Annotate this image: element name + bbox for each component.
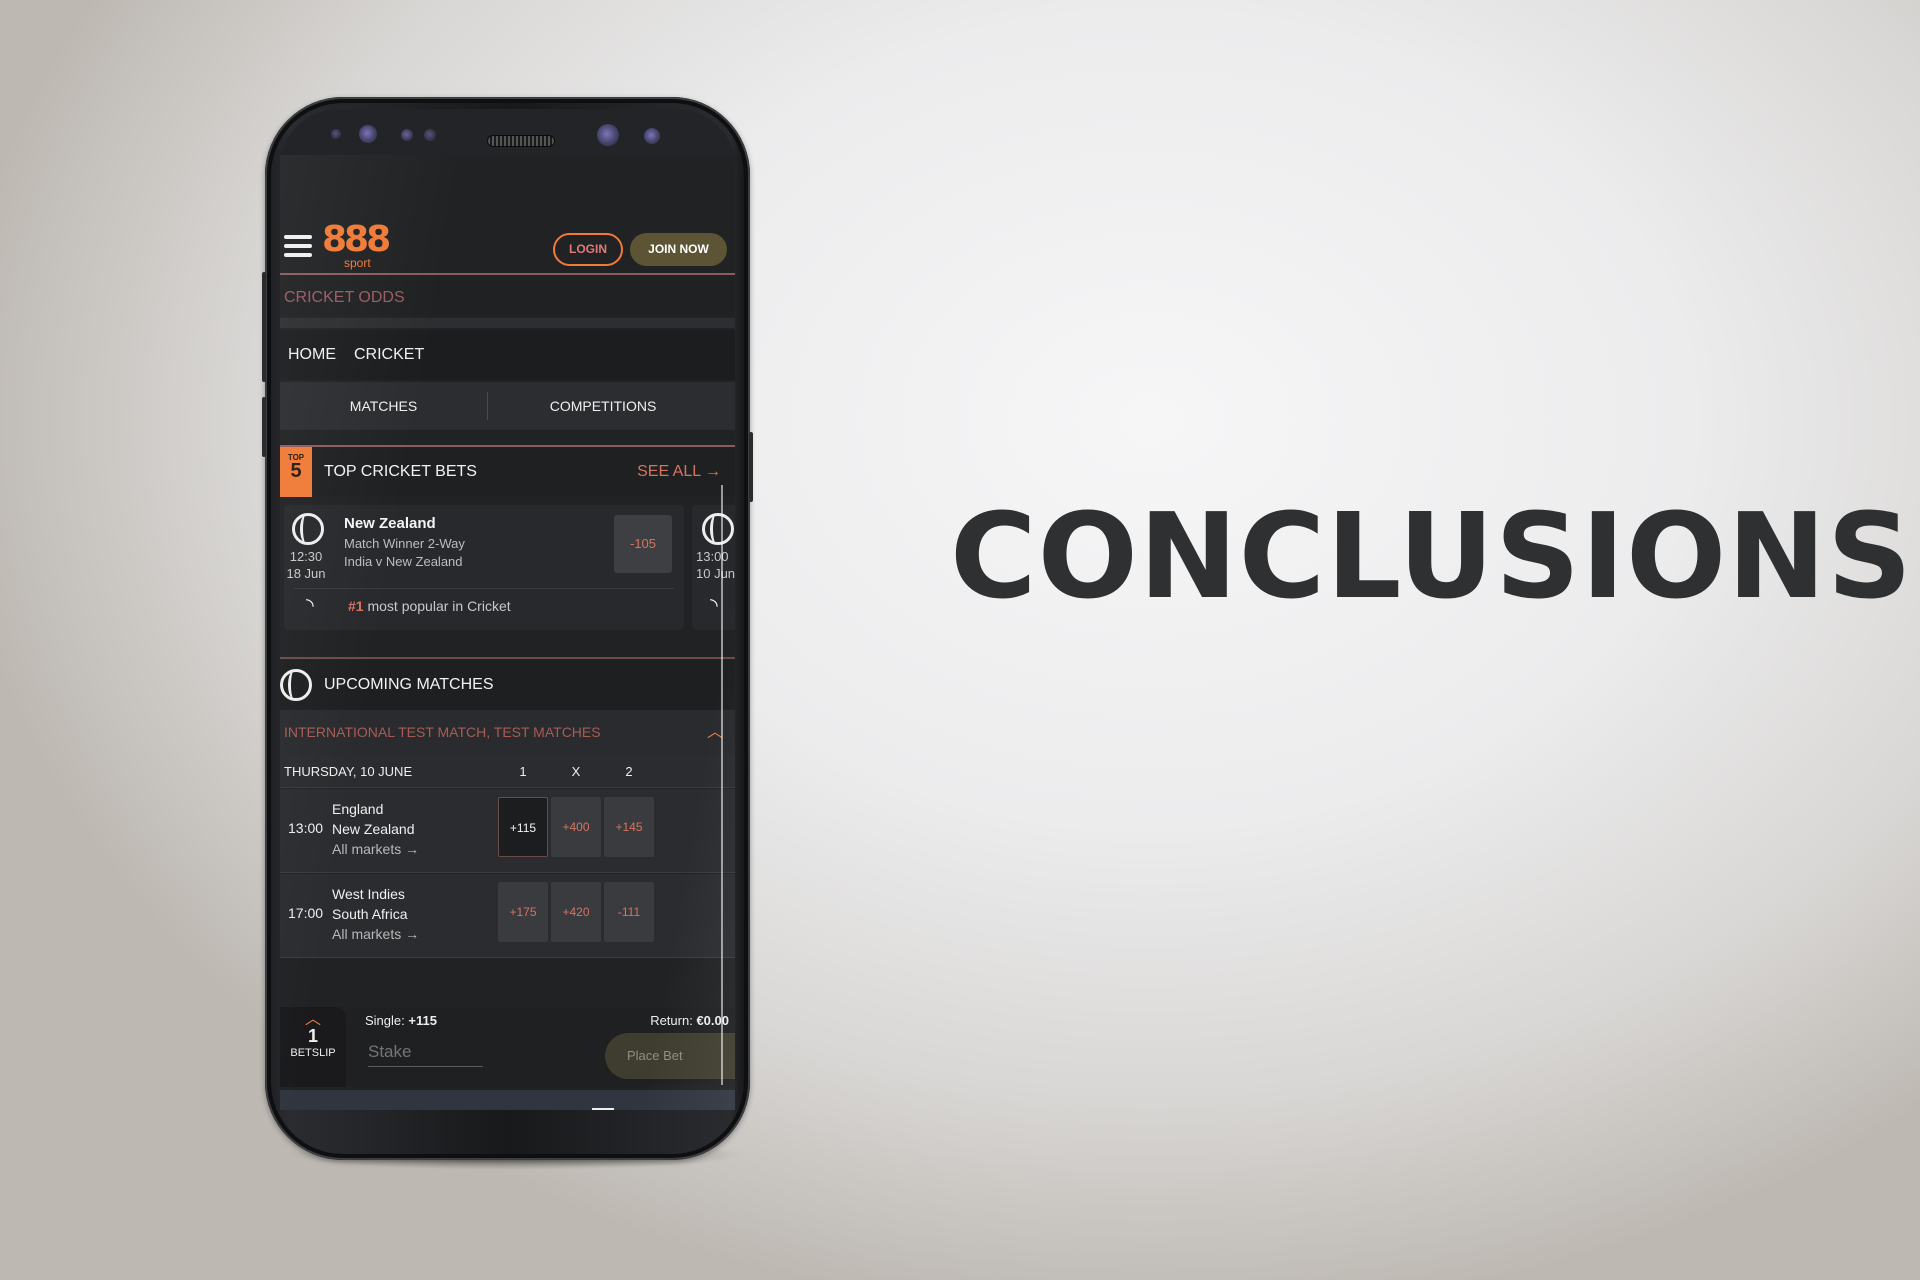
- breadcrumb: HOME CRICKET: [280, 330, 735, 380]
- tab-matches[interactable]: MATCHES: [280, 382, 487, 430]
- competition-header[interactable]: INTERNATIONAL TEST MATCH, TEST MATCHES ︿: [280, 710, 735, 755]
- match-row: 13:00 England New Zealand All markets → …: [280, 789, 735, 873]
- volume-button: [262, 272, 266, 382]
- match-time: 17:00: [288, 905, 324, 921]
- col-1: 1: [519, 764, 527, 779]
- bet-selection: New Zealand: [344, 515, 436, 532]
- betslip-toggle[interactable]: ︿ 1 BETSLIP: [280, 1007, 346, 1087]
- top-bet-card-next[interactable]: 13:00 10 Jun ◝: [692, 505, 735, 630]
- bet-odds-button[interactable]: -105: [614, 515, 672, 573]
- iris-sensor: [359, 125, 377, 143]
- top5-badge: TOP 5: [280, 447, 312, 497]
- bixby-button: [262, 397, 266, 457]
- all-markets-link[interactable]: All markets →: [332, 839, 419, 859]
- breadcrumb-home[interactable]: HOME: [288, 330, 336, 380]
- odds-button-1[interactable]: +115: [498, 797, 548, 857]
- spacer-band: [280, 318, 735, 328]
- home-icon[interactable]: ⌂: [670, 1102, 706, 1110]
- col-x: X: [571, 764, 581, 779]
- bet-time: 12:30 18 Jun: [286, 549, 326, 581]
- bet-time: 13:00 10 Jun: [696, 549, 735, 581]
- light-sensor: [401, 129, 413, 141]
- odds-button-2[interactable]: +145: [604, 797, 654, 857]
- browser-nav-bar: ‹ › ☰ 1 ⌂: [280, 1090, 735, 1110]
- tabs-icon[interactable]: 1: [592, 1108, 614, 1110]
- 888sport-logo[interactable]: 888 sport: [322, 222, 391, 271]
- upcoming-header: UPCOMING MATCHES: [280, 660, 735, 710]
- match-time: 13:00: [288, 820, 324, 836]
- betslip-bar: ︿ 1 BETSLIP Single: +115 Return: €0.00 P…: [280, 1007, 735, 1087]
- page-title: CRICKET ODDS: [280, 280, 735, 315]
- phone-mockup: 888 sport LOGIN JOIN NOW CRICKET ODDS HO…: [262, 97, 753, 1160]
- cricket-ball-icon: [280, 669, 312, 701]
- day-header: THURSDAY, 10 JUNE 1 X 2: [280, 755, 735, 788]
- return-value: Return: €0.00: [650, 1013, 729, 1028]
- screen-edge-highlight: [721, 485, 723, 1085]
- odds-button-x[interactable]: +420: [551, 882, 601, 942]
- iris-camera: [644, 128, 660, 144]
- top-bets-header: TOP 5 TOP CRICKET BETS SEE ALL →: [280, 447, 735, 497]
- popular-signal-icon: ◝: [306, 595, 314, 617]
- earpiece-speaker: [487, 135, 555, 147]
- menu-icon[interactable]: [284, 235, 312, 257]
- front-camera: [597, 124, 619, 146]
- arrow-right-icon: →: [705, 463, 721, 480]
- join-now-button[interactable]: JOIN NOW: [630, 233, 727, 266]
- power-button: [749, 432, 753, 502]
- betslip-label: BETSLIP: [290, 1047, 336, 1059]
- forward-icon[interactable]: ›: [384, 1102, 420, 1110]
- single-odds: Single: +115: [365, 1013, 437, 1028]
- all-markets-link[interactable]: All markets →: [332, 924, 419, 944]
- match-row: 17:00 West Indies South Africa All marke…: [280, 874, 735, 958]
- popularity-text: #1 most popular in Cricket: [348, 598, 511, 614]
- chevron-up-icon: ︿: [304, 1011, 321, 1028]
- odds-button-2[interactable]: -111: [604, 882, 654, 942]
- cricket-ball-icon: [702, 513, 734, 545]
- betslip-count: 1: [307, 1026, 318, 1046]
- slide-heading: CONCLUSIONS: [950, 487, 1914, 625]
- match-teams: England New Zealand All markets →: [332, 801, 420, 859]
- led-sensor: [424, 129, 436, 141]
- see-all-link[interactable]: SEE ALL →: [637, 447, 721, 497]
- tab-competitions[interactable]: COMPETITIONS: [488, 382, 718, 430]
- odds-button-1[interactable]: +175: [498, 882, 548, 942]
- cricket-ball-icon: [292, 513, 324, 545]
- phone-screen: 888 sport LOGIN JOIN NOW CRICKET ODDS HO…: [280, 155, 735, 1110]
- upcoming-title: UPCOMING MATCHES: [324, 676, 494, 693]
- header-divider: [280, 273, 735, 275]
- bet-market: Match Winner 2-Way India v New Zealand: [344, 536, 465, 569]
- place-bet-button[interactable]: Place Bet: [605, 1033, 735, 1079]
- app-header: 888 sport LOGIN JOIN NOW: [280, 215, 735, 270]
- tab-bar: MATCHES COMPETITIONS: [280, 382, 735, 430]
- top-bet-card[interactable]: 12:30 18 Jun New Zealand Match Winner 2-…: [284, 505, 684, 630]
- proximity-sensor: [331, 129, 341, 139]
- match-teams: West Indies South Africa All markets →: [332, 886, 420, 944]
- menu-lines-icon[interactable]: ☰: [460, 1102, 496, 1110]
- popular-signal-icon: ◝: [710, 595, 718, 617]
- odds-button-x[interactable]: +400: [551, 797, 601, 857]
- card-separator: [294, 588, 674, 589]
- col-2: 2: [625, 764, 633, 779]
- section-divider: [280, 657, 735, 659]
- top-bets-title: TOP CRICKET BETS: [324, 463, 477, 480]
- login-button[interactable]: LOGIN: [553, 233, 623, 266]
- breadcrumb-cricket[interactable]: CRICKET: [354, 330, 424, 380]
- back-icon[interactable]: ‹: [307, 1102, 343, 1110]
- stake-input[interactable]: [368, 1037, 483, 1067]
